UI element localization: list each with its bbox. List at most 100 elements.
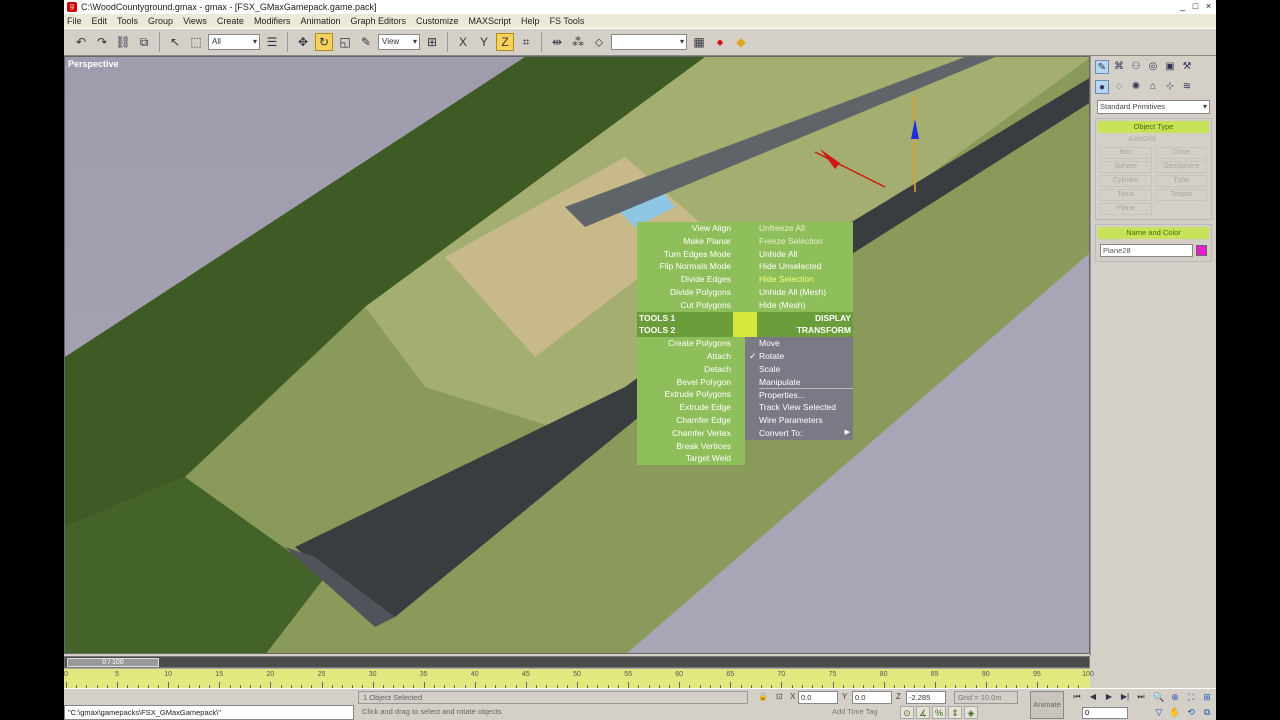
quad-item-cut-polygons[interactable]: Cut Polygons [637, 299, 731, 312]
teapot-button[interactable]: Teapot [1155, 189, 1207, 201]
quad-item-target-weld[interactable]: Target Weld [637, 452, 731, 465]
next-frame-icon[interactable]: ▶| [1118, 691, 1132, 703]
quad-item-divide-polygons[interactable]: Divide Polygons [637, 286, 731, 299]
quad-item-bevel-polygon[interactable]: Bevel Polygon [637, 376, 731, 389]
geometry-icon[interactable]: ● [1095, 80, 1109, 94]
quad-item-flip-normals-mode[interactable]: Flip Normals Mode [637, 260, 731, 273]
modify-tab-icon[interactable]: ⌘ [1112, 60, 1126, 74]
region-select-icon[interactable]: ⬚ [187, 33, 205, 51]
menu-tools[interactable]: Tools [117, 16, 138, 26]
go-to-end-icon[interactable]: ⏭ [1134, 691, 1148, 703]
array-icon[interactable]: ⁂ [569, 33, 587, 51]
object-color-swatch[interactable] [1196, 245, 1207, 256]
zoom-extents-all-icon[interactable]: ⊞ [1200, 691, 1214, 704]
quad-item-rotate[interactable]: ✓ Rotate [749, 350, 853, 363]
select-and-rotate-icon[interactable]: ↻ [315, 33, 333, 51]
quad-item-hide-mesh[interactable]: Hide (Mesh) [759, 299, 853, 312]
cameras-icon[interactable]: ⌂ [1146, 80, 1160, 94]
y-coordinate-field[interactable]: 0.0 [852, 691, 892, 704]
absolute-mode-icon[interactable]: ⊡ [776, 692, 783, 701]
select-by-name-icon[interactable]: ☰ [263, 33, 281, 51]
menu-fs-tools[interactable]: FS Tools [550, 16, 585, 26]
object-name-field[interactable]: Plane28 [1100, 244, 1193, 257]
cylinder-button[interactable]: Cylinder [1100, 175, 1152, 187]
x-coordinate-field[interactable]: 0.0 [798, 691, 838, 704]
maxscript-listener[interactable]: "C:\gmax\gamepacks\FSX_GMaxGamepack\" [64, 705, 354, 720]
previous-frame-icon[interactable]: ◀ [1086, 691, 1100, 703]
quad-item-extrude-edge[interactable]: Extrude Edge [637, 401, 731, 414]
menu-maxscript[interactable]: MAXScript [469, 16, 512, 26]
quad-item-move[interactable]: Move [759, 337, 853, 350]
plane-button[interactable]: Plane [1100, 203, 1152, 215]
quad-item-chamfer-edge[interactable]: Chamfer Edge [637, 414, 731, 427]
spinner-snap-icon[interactable]: ⇕ [948, 706, 962, 719]
lock-selection-icon[interactable]: 🔒 [758, 692, 768, 701]
time-slider[interactable]: 0 / 100 [64, 656, 1090, 668]
arc-rotate-icon[interactable]: ⟲ [1184, 706, 1198, 719]
animate-button[interactable]: Animate [1030, 691, 1064, 719]
restrict-y-icon[interactable]: Y [475, 33, 493, 51]
quad-item-view-align[interactable]: View Align [637, 222, 731, 235]
quad-item-freeze-selection[interactable]: Freeze Selection [759, 235, 853, 248]
percent-snap-icon[interactable]: % [932, 706, 946, 719]
motion-tab-icon[interactable]: ◎ [1146, 60, 1160, 74]
sphere-button[interactable]: Sphere [1100, 161, 1152, 173]
minimize-button[interactable]: _ [1177, 1, 1188, 12]
menu-customize[interactable]: Customize [416, 16, 459, 26]
degradation-override-icon[interactable]: ◈ [964, 706, 978, 719]
named-selection-sets-dropdown[interactable] [611, 34, 687, 50]
restrict-x-icon[interactable]: X [454, 33, 472, 51]
quad-item-unhide-all[interactable]: Unhide All [759, 248, 853, 261]
geosphere-button[interactable]: GeoSphere [1155, 161, 1207, 173]
utilities-tab-icon[interactable]: ⚒ [1180, 60, 1194, 74]
quad-item-track-view-selected[interactable]: Track View Selected [759, 401, 853, 414]
reference-coordinate-dropdown[interactable]: View [378, 34, 420, 50]
menu-create[interactable]: Create [217, 16, 244, 26]
unlink-icon[interactable]: ⧉ [135, 33, 153, 51]
box-button[interactable]: Box [1100, 147, 1152, 159]
quad-item-unfreeze-all[interactable]: Unfreeze All [759, 222, 853, 235]
quad-item-detach[interactable]: Detach [637, 363, 731, 376]
z-coordinate-field[interactable]: -2.285 [906, 691, 946, 704]
select-and-move-icon[interactable]: ✥ [294, 33, 312, 51]
quad-item-make-planar[interactable]: Make Planar [637, 235, 731, 248]
align-icon[interactable]: ⬦ [590, 33, 608, 51]
zoom-extents-icon[interactable]: ⛶ [1184, 691, 1198, 704]
autogrid-checkbox[interactable]: AutoGrid [1098, 136, 1209, 143]
primitive-category-dropdown[interactable]: Standard Primitives [1097, 100, 1210, 114]
helpers-icon[interactable]: ⊹ [1163, 80, 1177, 94]
material-editor-icon[interactable]: ▦ [690, 33, 708, 51]
name-and-color-rollout-title[interactable]: Name and Color [1098, 227, 1209, 239]
quad-item-convert-to[interactable]: Convert To: ▶ [759, 427, 853, 440]
go-to-start-icon[interactable]: ⏮ [1070, 691, 1084, 703]
quad-item-extrude-polygons[interactable]: Extrude Polygons [637, 388, 731, 401]
track-bar[interactable]: 0 5 10 15 20 25 30 35 40 45 50 55 60 65 70 75 80 85 90 95 10… [64, 668, 1094, 688]
select-and-link-icon[interactable]: ⛓ [114, 33, 132, 51]
shapes-icon[interactable]: ◌ [1112, 80, 1126, 94]
add-time-tag[interactable]: Add Time Tag [832, 707, 878, 716]
select-and-scale-icon[interactable]: ◱ [336, 33, 354, 51]
select-object-icon[interactable]: ↖ [166, 33, 184, 51]
maximize-button[interactable]: □ [1190, 1, 1201, 12]
hierarchy-tab-icon[interactable]: ⚇ [1129, 60, 1143, 74]
menu-file[interactable]: File [67, 16, 82, 26]
quad-item-unhide-all-mesh[interactable]: Unhide All (Mesh) [759, 286, 853, 299]
menu-edit[interactable]: Edit [92, 16, 108, 26]
quad-item-turn-edges-mode[interactable]: Turn Edges Mode [637, 248, 731, 261]
quad-item-attach[interactable]: Attach [637, 350, 731, 363]
quad-item-manipulate[interactable]: Manipulate [759, 376, 853, 389]
quad-item-create-polygons[interactable]: Create Polygons [637, 337, 731, 350]
menu-graph-editors[interactable]: Graph Editors [350, 16, 406, 26]
fs-tools-icon[interactable]: ◆ [732, 33, 750, 51]
quad-item-hide-selection[interactable]: Hide Selection [759, 273, 853, 286]
snap-toggle-icon[interactable]: ⊙ [900, 706, 914, 719]
menu-views[interactable]: Views [183, 16, 207, 26]
pivot-point-icon[interactable]: ⊞ [423, 33, 441, 51]
undo-icon[interactable]: ↶ [72, 33, 90, 51]
restrict-z-icon[interactable]: Z [496, 33, 514, 51]
menu-group[interactable]: Group [148, 16, 173, 26]
quad-item-wire-parameters[interactable]: Wire Parameters [759, 414, 853, 427]
maximize-viewport-icon[interactable]: ⧉ [1200, 706, 1214, 719]
time-slider-thumb[interactable]: 0 / 100 [67, 658, 159, 667]
angle-snap-icon[interactable]: ∡ [916, 706, 930, 719]
